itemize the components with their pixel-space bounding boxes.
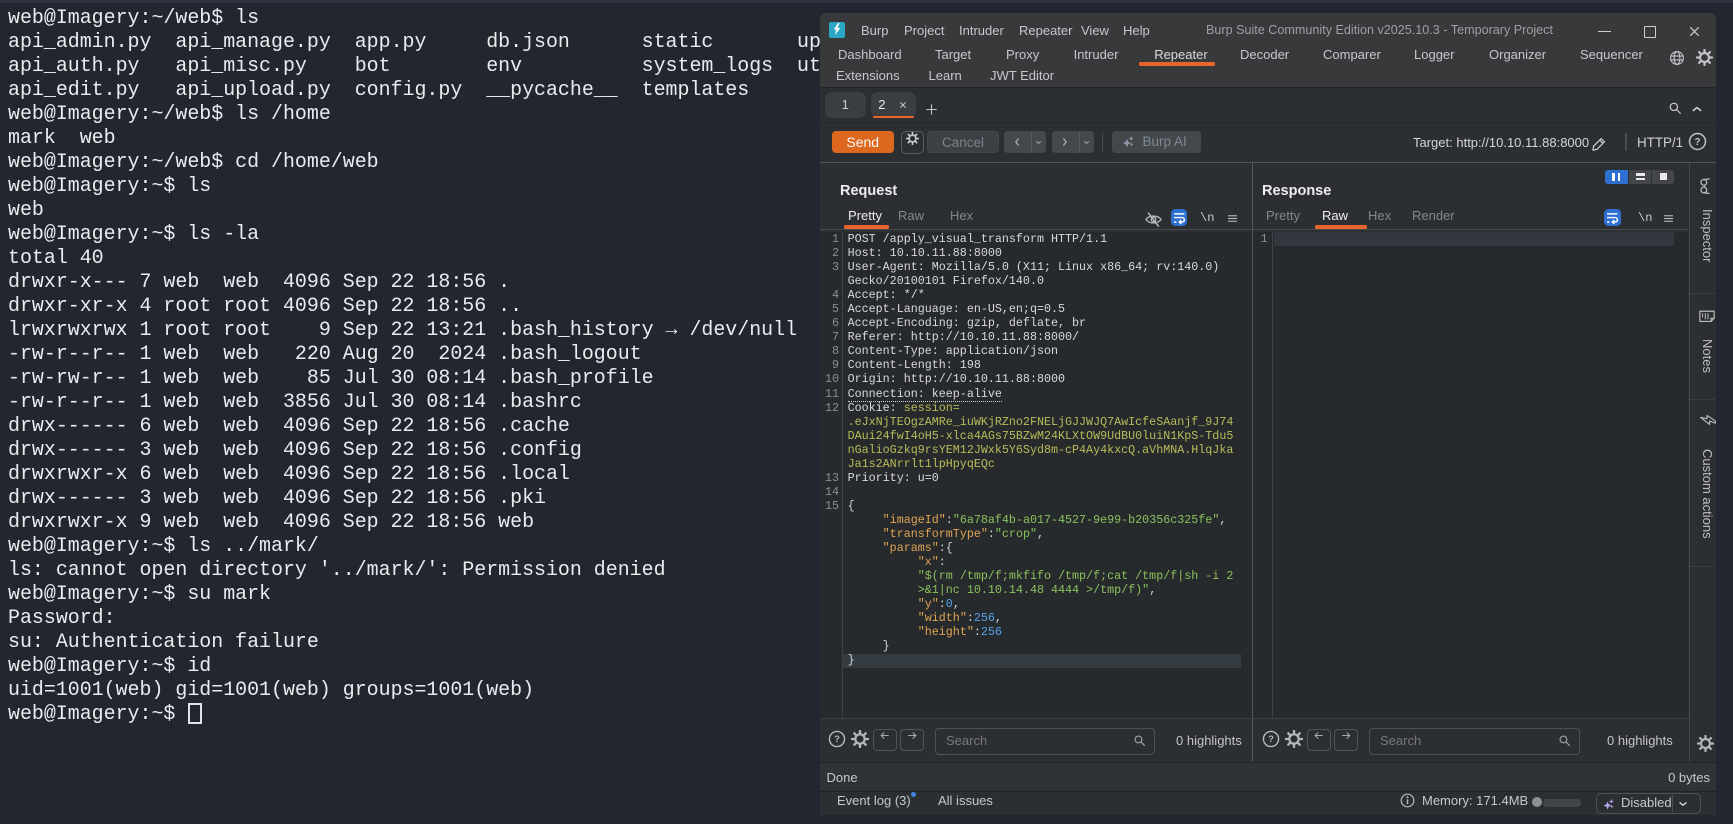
svg-text:?: ?: [834, 734, 840, 744]
svg-text:?: ?: [1268, 734, 1274, 744]
svg-text:?: ?: [1694, 137, 1700, 148]
